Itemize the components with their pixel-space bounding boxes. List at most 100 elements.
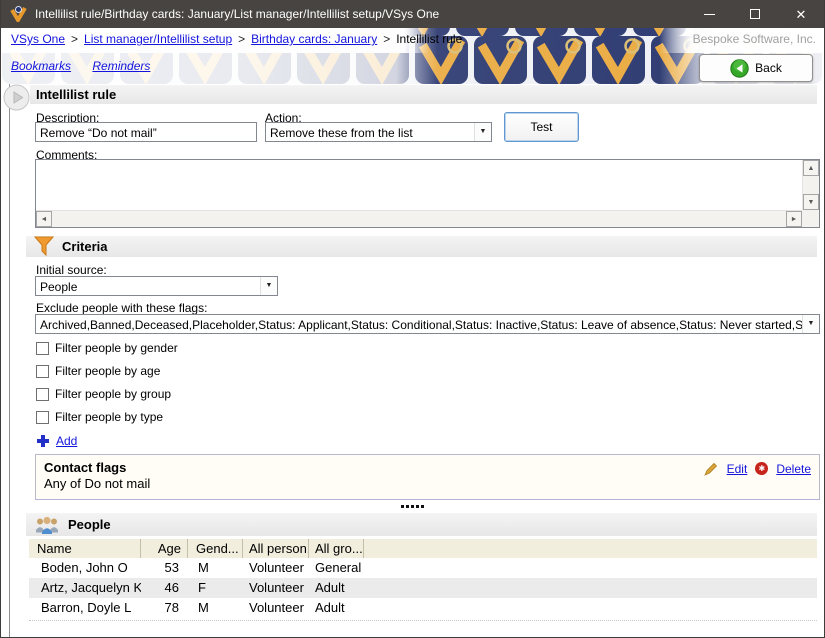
chevron-down-icon: ▼: [802, 315, 819, 333]
comments-textarea[interactable]: ▲ ▼ ◄ ►: [35, 159, 820, 228]
delete-icon: ✱: [755, 462, 768, 475]
collapse-section-button[interactable]: [3, 84, 30, 116]
breadcrumb-separator: >: [71, 32, 78, 46]
reminders-link[interactable]: Reminders: [92, 59, 150, 73]
plus-icon: [37, 435, 49, 447]
checkbox[interactable]: [36, 342, 49, 355]
add-criteria-button[interactable]: Add: [37, 434, 77, 448]
contact-flags-value: Any of Do not mail: [44, 476, 811, 491]
vertical-scrollbar[interactable]: ▲ ▼: [802, 160, 819, 210]
quick-links: Bookmarks Reminders: [11, 59, 168, 73]
scroll-right-button[interactable]: ►: [786, 211, 802, 227]
splitter-handle[interactable]: [1, 505, 824, 508]
edit-link[interactable]: Edit: [727, 462, 748, 476]
test-button[interactable]: Test: [504, 112, 579, 142]
breadcrumb: VSys One > List manager/Intellilist setup >…: [11, 32, 462, 46]
funnel-icon: [34, 236, 54, 257]
checkbox-label: Filter people by gender: [55, 341, 178, 355]
table-row[interactable]: Boden, John O53MVolunteerGeneral: [29, 558, 817, 578]
splitter-dot: [406, 505, 409, 508]
minimize-button[interactable]: [686, 0, 732, 28]
maximize-button[interactable]: [732, 0, 778, 28]
action-select[interactable]: Remove these from the list ▼: [265, 122, 492, 142]
checkbox-label: Filter people by type: [55, 410, 163, 424]
table-cell: Artz, Jacquelyn K: [29, 578, 141, 598]
filter-checkbox-row[interactable]: Filter people by age: [36, 363, 178, 379]
column-header[interactable]: All person...: [243, 539, 309, 558]
bookmarks-link[interactable]: Bookmarks: [11, 59, 71, 73]
table-row[interactable]: Barron, Doyle L78MVolunteerAdult: [29, 598, 817, 618]
column-header[interactable]: Age: [141, 539, 188, 558]
exclude-flags-select[interactable]: Archived,Banned,Deceased,Placeholder,Sta…: [35, 314, 820, 334]
table-cell: Adult: [309, 598, 364, 618]
table-cell: Adult: [309, 578, 364, 598]
checkbox-label: Filter people by group: [55, 387, 171, 401]
add-link-label: Add: [56, 434, 77, 448]
app-icon: [10, 6, 27, 22]
description-input[interactable]: Remove “Do not mail”: [35, 122, 257, 142]
breadcrumb-link[interactable]: VSys One: [11, 32, 65, 46]
people-section-header: People: [26, 513, 817, 536]
delete-link[interactable]: Delete: [776, 462, 811, 476]
breadcrumb-link[interactable]: Birthday cards: January: [251, 32, 377, 46]
people-section-title: People: [68, 517, 111, 532]
chevron-down-icon: ▼: [260, 277, 277, 295]
app-window: Intellilist rule/Birthday cards: January…: [0, 0, 825, 638]
column-header-filler: [364, 539, 817, 558]
breadcrumb-link[interactable]: List manager/Intellilist setup: [84, 32, 232, 46]
filter-checkbox-row[interactable]: Filter people by gender: [36, 340, 178, 356]
criteria-section-title: Criteria: [62, 239, 108, 254]
splitter-dot: [421, 505, 424, 508]
table-cell: General: [309, 558, 364, 578]
table-cell: Volunteer: [243, 558, 309, 578]
vertical-scroll-track[interactable]: [803, 176, 819, 194]
people-group-icon: [34, 515, 60, 535]
splitter-dot: [401, 505, 404, 508]
checkbox-label: Filter people by age: [55, 364, 160, 378]
criteria-section-header: Criteria: [26, 236, 817, 257]
table-cell: 78: [141, 598, 188, 618]
back-button[interactable]: Back: [699, 54, 813, 82]
checkbox[interactable]: [36, 388, 49, 401]
breadcrumb-current: Intellilist rule: [396, 32, 462, 46]
action-select-value: Remove these from the list: [270, 126, 413, 140]
initial-source-select[interactable]: People ▼: [35, 276, 278, 296]
back-arrow-icon: [730, 59, 749, 78]
company-label: Bespoke Software, Inc.: [693, 32, 816, 46]
minimize-icon: [704, 14, 715, 15]
breadcrumb-separator: >: [383, 32, 390, 46]
horizontal-scrollbar[interactable]: ◄ ►: [36, 210, 802, 227]
people-table-header: NameAgeGend...All person...All gro...: [29, 539, 817, 558]
test-button-label: Test: [530, 120, 552, 134]
filter-checkbox-row[interactable]: Filter people by type: [36, 409, 178, 425]
table-cell: M: [188, 558, 243, 578]
splitter-dot: [411, 505, 414, 508]
table-cell: Boden, John O: [29, 558, 141, 578]
table-row[interactable]: Artz, Jacquelyn K46FVolunteerAdult: [29, 578, 817, 598]
table-cell: M: [188, 598, 243, 618]
scroll-down-button[interactable]: ▼: [803, 194, 819, 210]
checkbox[interactable]: [36, 411, 49, 424]
column-header[interactable]: Gend...: [188, 539, 243, 558]
horizontal-scroll-track[interactable]: [52, 211, 786, 227]
contact-flags-title: Contact flags: [44, 460, 811, 475]
checkbox[interactable]: [36, 365, 49, 378]
column-header[interactable]: Name: [29, 539, 141, 558]
splitter-dot: [416, 505, 419, 508]
scroll-left-button[interactable]: ◄: [36, 211, 52, 227]
close-icon: ✕: [796, 8, 807, 21]
left-rail-line: [9, 84, 10, 637]
column-header[interactable]: All gro...: [309, 539, 364, 558]
table-cell: Volunteer: [243, 578, 309, 598]
exclude-flags-label: Exclude people with these flags:: [36, 301, 207, 315]
comments-text[interactable]: [36, 160, 802, 210]
scroll-up-button[interactable]: ▲: [803, 160, 819, 176]
exclude-flags-value: Archived,Banned,Deceased,Placeholder,Sta…: [40, 318, 820, 332]
contact-flags-panel: Contact flags Any of Do not mail Edit ✱ …: [35, 454, 820, 500]
initial-source-label: Initial source:: [36, 263, 107, 277]
logo-band: VSys One > List manager/Intellilist setup >…: [1, 28, 824, 84]
window-title: Intellilist rule/Birthday cards: January…: [35, 7, 686, 21]
close-button[interactable]: ✕: [778, 0, 824, 28]
filter-checkbox-row[interactable]: Filter people by group: [36, 386, 178, 402]
rule-section-title: Intellilist rule: [36, 87, 116, 102]
